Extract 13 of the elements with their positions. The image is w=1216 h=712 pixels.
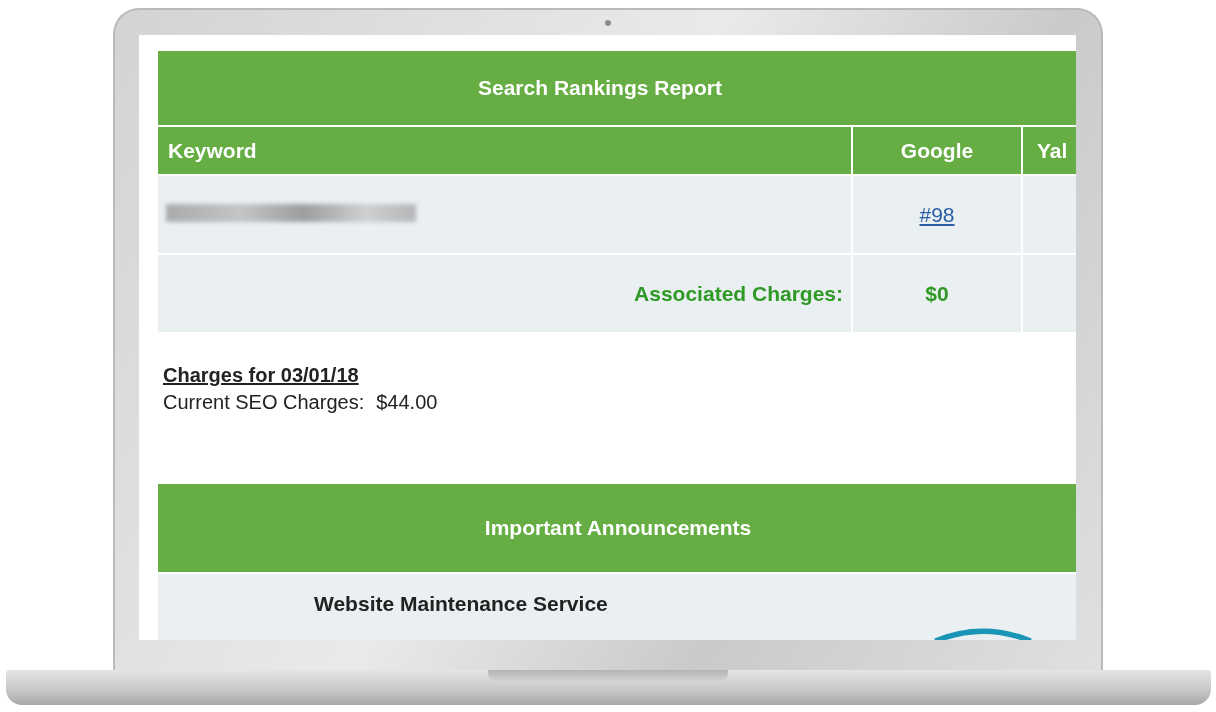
- rank-link[interactable]: #98: [919, 202, 955, 226]
- column-header: Google: [853, 127, 1021, 174]
- charges-label: Current SEO Charges:: [163, 391, 365, 414]
- column-header: Yal: [1023, 127, 1076, 174]
- report-title: Search Rankings Report: [158, 51, 1076, 125]
- column-header: Keyword: [158, 127, 851, 174]
- charges-heading: Charges for 03/01/18: [163, 364, 359, 387]
- announcements-header: Important Announcements: [158, 484, 1076, 572]
- announcement-title: Website Maintenance Service: [314, 592, 609, 616]
- camera-icon: [604, 19, 611, 26]
- charges-amount: $44.00: [376, 391, 438, 414]
- charges-value: $0: [853, 255, 1021, 332]
- charges-label: Associated Charges:: [158, 255, 851, 332]
